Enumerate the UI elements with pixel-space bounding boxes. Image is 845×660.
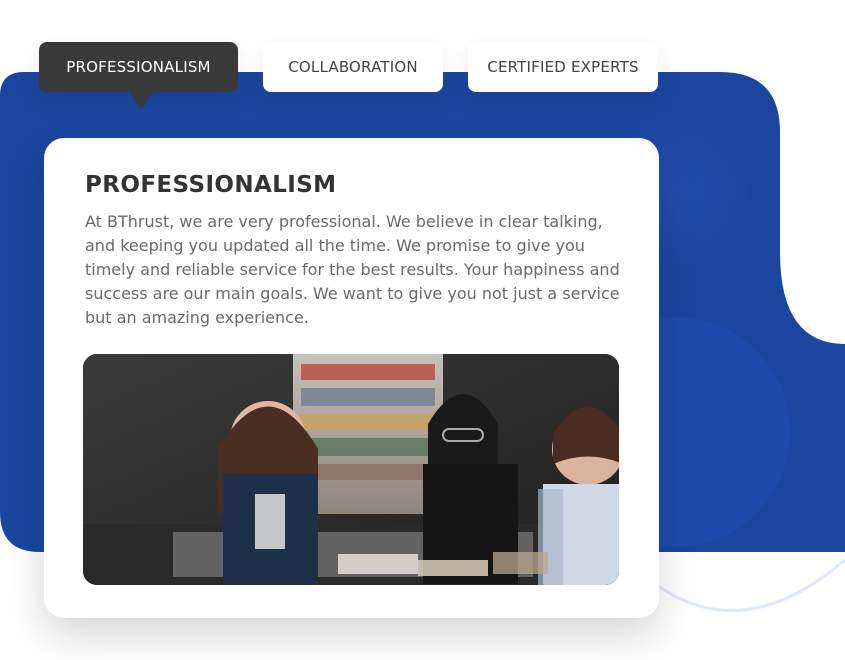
page: PROFESSIONALISM COLLABORATION CERTIFIED …	[0, 0, 845, 660]
tab-bar: PROFESSIONALISM COLLABORATION CERTIFIED …	[0, 0, 845, 120]
tab-collaboration[interactable]: COLLABORATION	[263, 42, 443, 92]
content-title: PROFESSIONALISM	[85, 172, 337, 198]
active-tab-pointer	[129, 92, 153, 110]
tab-professionalism[interactable]: PROFESSIONALISM	[39, 42, 238, 110]
tab-label: COLLABORATION	[288, 58, 418, 76]
tab-label: PROFESSIONALISM	[66, 58, 211, 76]
tab-certified-experts[interactable]: CERTIFIED EXPERTS	[468, 42, 658, 92]
tab-label: CERTIFIED EXPERTS	[487, 58, 639, 76]
content-body: At BThrust, we are very professional. We…	[85, 212, 620, 327]
content-card: PROFESSIONALISM At BThrust, we are very …	[44, 138, 659, 618]
team-photo	[83, 354, 619, 585]
team-photo-illustration	[83, 354, 619, 585]
